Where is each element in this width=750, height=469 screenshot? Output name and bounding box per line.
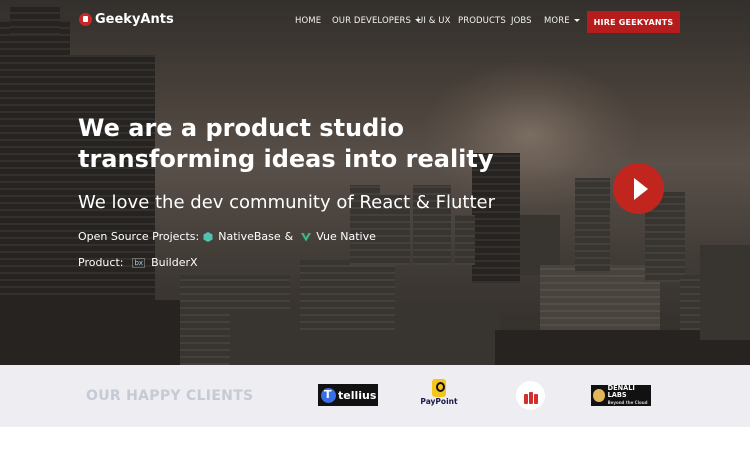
clients-section: OUR HAPPY CLIENTS tellius PayPoint DENAL… [0,365,750,427]
denali-wordmark: DENALI LABS Beyond the Cloud [608,385,651,406]
client-logo-tellius: tellius [318,384,378,406]
clients-title: OUR HAPPY CLIENTS [86,388,254,404]
hire-geekyants-button[interactable]: HIRE GEEKYANTS [587,11,680,33]
geekyants-logo-icon [79,13,92,26]
nav-item-label: MORE [544,16,570,26]
open-source-label: Open Source Projects: [78,230,200,243]
product-label: Product: [78,256,124,269]
hero-subheadline: We love the dev community of React & Flu… [78,192,496,213]
open-source-line: Open Source Projects: NativeBase & Vue N… [78,230,376,243]
bar-icon [524,394,528,404]
nav-item-ui-ux[interactable]: UI & UX [417,16,451,26]
open-source-separator: & [284,230,294,243]
denali-name: DENALI LABS [607,384,635,399]
client-logo-paypoint: PayPoint [420,379,458,413]
nav-item-jobs[interactable]: JOBS [511,16,532,26]
vue-native-icon [301,232,312,241]
client-logo-red-bars [516,381,545,410]
hero-headline-line1: We are a product studio [78,114,405,142]
builderx-link[interactable]: BuilderX [151,256,197,269]
nav-item-products[interactable]: PRODUCTS [458,16,506,26]
top-nav: GeekyAnts HOME OUR DEVELOPERS UI & UX PR… [0,0,750,44]
product-line: Product: bx BuilderX [78,256,198,269]
client-logo-denali-labs: DENALI LABS Beyond the Cloud [591,385,651,406]
nav-item-more[interactable]: MORE [544,16,580,26]
nav-item-our-developers[interactable]: OUR DEVELOPERS [332,16,421,26]
bar-icon [529,392,533,404]
hero-section: GeekyAnts HOME OUR DEVELOPERS UI & UX PR… [0,0,750,365]
play-video-button[interactable] [613,163,664,214]
brand-name: GeekyAnts [95,12,174,27]
paypoint-wordmark: PayPoint [420,397,458,406]
denali-mountain-icon [593,389,605,402]
nativebase-icon [203,231,213,242]
hero-headline-line2: transforming ideas into reality [78,145,494,173]
paypoint-icon [432,379,446,397]
builderx-icon: bx [132,257,146,268]
tellius-icon [321,387,336,403]
nativebase-link[interactable]: NativeBase [218,230,280,243]
chevron-down-icon [573,19,580,22]
nav-item-home[interactable]: HOME [295,16,321,26]
brand-logo[interactable]: GeekyAnts [79,12,174,27]
tellius-wordmark: tellius [338,388,377,402]
bar-icon [534,394,538,404]
nav-item-label: OUR DEVELOPERS [332,16,411,26]
vue-native-link[interactable]: Vue Native [316,230,376,243]
denali-tagline: Beyond the Cloud [607,400,648,405]
